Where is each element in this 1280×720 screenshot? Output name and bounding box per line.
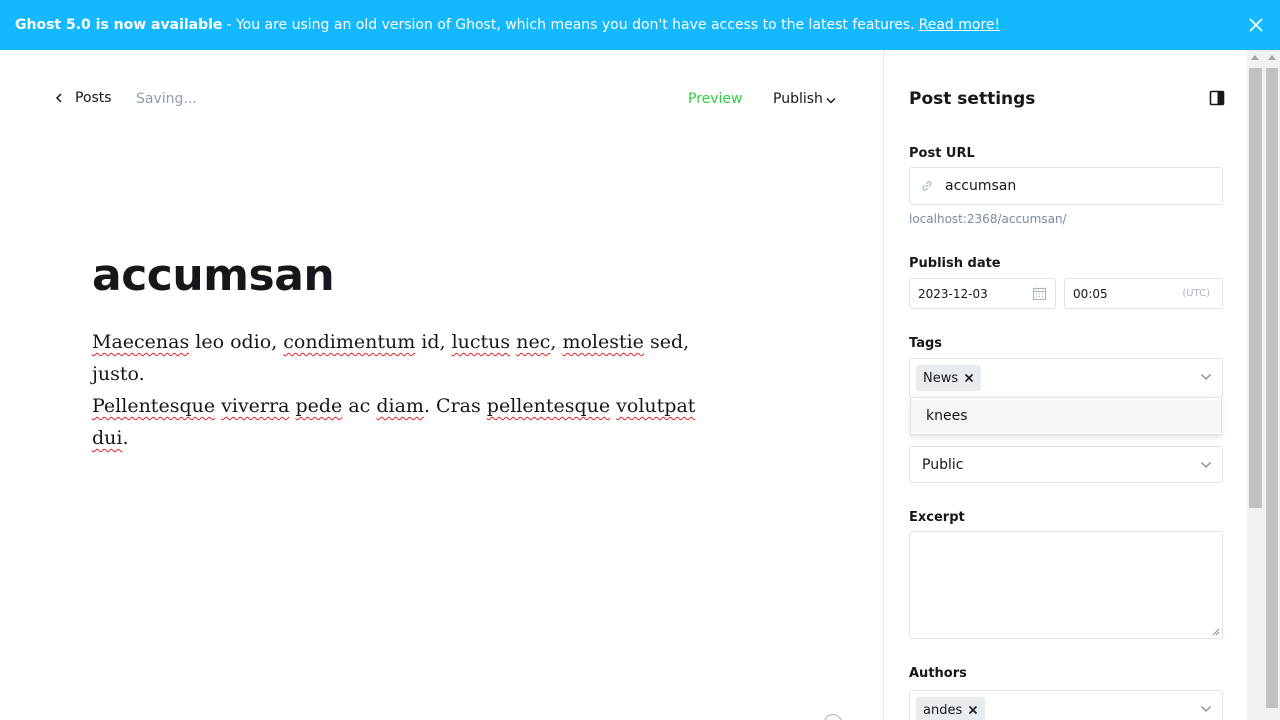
body-text-segment: . xyxy=(122,427,129,449)
misspelled-word: condimentum xyxy=(283,331,416,353)
misspelled-word: volutpat xyxy=(616,395,696,417)
panel-title: Post settings xyxy=(909,89,1036,109)
banner-message: - You are using an old version of Ghost,… xyxy=(226,17,915,33)
author-token[interactable]: andes xyxy=(916,697,986,720)
misspelled-word: Pellentesque xyxy=(92,395,216,417)
tags-label: Tags xyxy=(909,336,943,351)
chevron-down-icon[interactable] xyxy=(1200,373,1212,381)
body-text-segment: leo odio, xyxy=(189,331,284,353)
body-text-segment: . Cras xyxy=(423,395,487,417)
editor-area: Posts Saving... Preview Publish accumsan… xyxy=(0,50,883,720)
calendar-icon xyxy=(1033,287,1046,300)
visibility-select[interactable]: Public xyxy=(909,446,1223,483)
misspelled-word: pellentesque xyxy=(486,395,611,417)
date-value: 2023-12-03 xyxy=(918,286,988,301)
post-body-line: Pellentesque viverra pede ac diam. Cras … xyxy=(92,390,732,454)
scroll-up-arrow[interactable] xyxy=(1251,55,1259,60)
panel-scrollbar[interactable] xyxy=(1247,50,1264,720)
misspelled-word: dui xyxy=(92,427,123,449)
chevron-down-icon xyxy=(826,97,836,103)
time-input[interactable]: 00:05 (UTC) xyxy=(1064,278,1223,309)
remove-tag-icon[interactable] xyxy=(964,373,974,383)
back-label: Posts xyxy=(75,90,112,106)
author-token-label: andes xyxy=(923,702,963,718)
back-to-posts-link[interactable]: Posts xyxy=(55,90,112,106)
body-text-segment: ac xyxy=(342,395,377,417)
timezone-label: (UTC) xyxy=(1182,288,1210,299)
chevron-left-icon xyxy=(55,93,62,103)
publish-button[interactable]: Publish xyxy=(773,91,836,107)
remove-author-icon[interactable] xyxy=(968,705,978,715)
publish-date-label: Publish date xyxy=(909,256,1001,271)
misspelled-word: diam xyxy=(376,395,424,417)
misspelled-word: nec xyxy=(516,331,551,353)
tag-token[interactable]: News xyxy=(916,365,982,391)
post-settings-panel: Post settings Post URL accumsan localhos… xyxy=(883,50,1247,720)
post-body[interactable]: Maecenas leo odio, condimentum id, luctu… xyxy=(92,326,732,454)
post-body-line: Maecenas leo odio, condimentum id, luctu… xyxy=(92,326,732,390)
update-banner: Ghost 5.0 is now available - You are usi… xyxy=(0,0,1280,50)
date-input[interactable]: 2023-12-03 xyxy=(909,278,1056,309)
tag-token-label: News xyxy=(923,370,959,386)
visibility-value: Public xyxy=(922,456,964,473)
post-title[interactable]: accumsan xyxy=(92,250,335,301)
help-icon[interactable] xyxy=(824,714,842,720)
misspelled-word: molestie xyxy=(562,331,644,353)
chevron-down-icon[interactable] xyxy=(1200,705,1212,713)
banner-strong-text: Ghost 5.0 is now available xyxy=(15,17,223,33)
chevron-down-icon xyxy=(1201,462,1211,468)
preview-button[interactable]: Preview xyxy=(688,91,743,107)
post-url-hint: localhost:2368/accumsan/ xyxy=(909,212,1067,226)
misspelled-word: luctus xyxy=(451,331,511,353)
post-url-input[interactable]: accumsan xyxy=(909,167,1223,205)
tags-input[interactable]: News xyxy=(909,358,1223,398)
misspelled-word: pede xyxy=(295,395,343,417)
scroll-up-arrow[interactable] xyxy=(1268,55,1276,60)
scrollbar-thumb[interactable] xyxy=(1249,68,1262,508)
save-status: Saving... xyxy=(136,91,197,107)
scrollbar-thumb[interactable] xyxy=(1266,68,1278,708)
body-text-segment: id, xyxy=(415,331,452,353)
body-text-segment: , xyxy=(550,331,563,353)
misspelled-word: Maecenas xyxy=(92,331,190,353)
authors-label: Authors xyxy=(909,666,967,681)
post-url-value: accumsan xyxy=(945,178,1017,194)
sidebar-toggle-icon[interactable] xyxy=(1209,90,1225,106)
link-icon xyxy=(922,181,932,191)
post-url-label: Post URL xyxy=(909,146,975,161)
banner-read-more-link[interactable]: Read more! xyxy=(919,17,1001,33)
publish-label: Publish xyxy=(773,91,823,107)
resize-handle-icon[interactable] xyxy=(1212,628,1220,636)
time-value: 00:05 xyxy=(1073,286,1108,301)
excerpt-textarea[interactable] xyxy=(909,531,1223,639)
close-icon[interactable] xyxy=(1246,15,1266,35)
tag-suggestions-dropdown: knees xyxy=(910,397,1222,435)
page-scrollbar[interactable] xyxy=(1264,50,1280,720)
tag-suggestion-option[interactable]: knees xyxy=(911,400,1221,432)
misspelled-word: viverra xyxy=(221,395,290,417)
authors-input[interactable]: andes xyxy=(909,690,1223,720)
excerpt-label: Excerpt xyxy=(909,510,965,525)
